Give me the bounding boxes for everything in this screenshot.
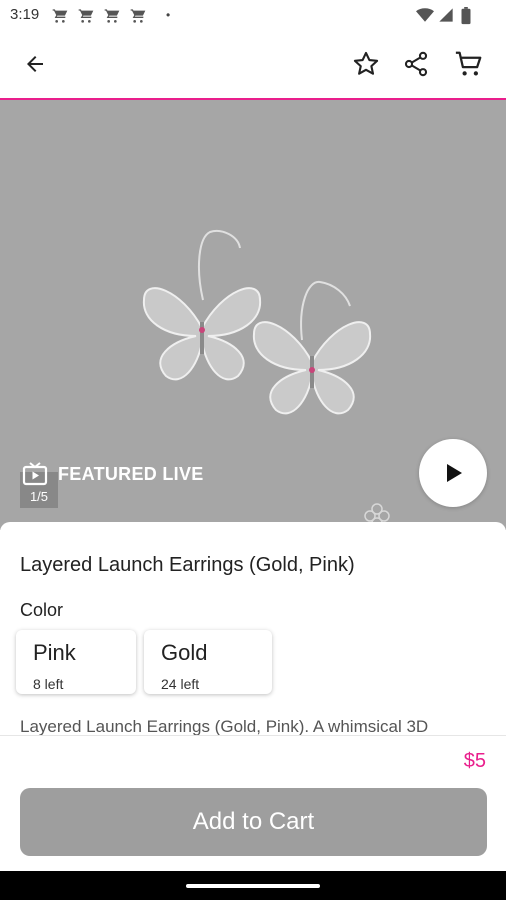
color-label: Color (20, 600, 64, 620)
product-image-gallery[interactable]: 1/5 FEATURED LIVE (0, 100, 506, 530)
notification-cart-icon (52, 9, 68, 23)
notification-cart-icon (78, 9, 94, 23)
favorite-button[interactable] (348, 46, 384, 82)
system-navigation-bar (0, 871, 506, 900)
battery-icon (461, 7, 471, 25)
status-time: 3:19 (10, 6, 40, 23)
signal-icon (439, 8, 453, 22)
arrow-back-icon (27, 56, 43, 72)
star-outline-icon (353, 51, 379, 75)
status-bar: 3:19 • (0, 0, 506, 32)
variant-stock: 24 left (161, 676, 200, 692)
live-tv-icon (22, 462, 48, 486)
product-details-sheet: Layered Launch Earrings (Gold, Pink) Col… (0, 522, 506, 742)
variant-name: Gold (161, 640, 208, 665)
variant-stock: 8 left (33, 676, 64, 692)
variant-name: Pink (33, 640, 76, 665)
play-video-button[interactable] (419, 439, 487, 507)
cart-button[interactable] (451, 46, 487, 82)
app-bar (0, 32, 506, 100)
notification-dot: • (166, 8, 171, 22)
home-gesture-pill[interactable] (186, 884, 320, 888)
color-option-pink[interactable]: Pink 8 left (16, 630, 136, 694)
shopping-cart-icon (455, 51, 482, 76)
add-to-cart-button[interactable]: Add to Cart (20, 788, 487, 856)
wifi-icon (416, 8, 434, 22)
featured-live-badge: FEATURED LIVE (22, 462, 204, 486)
notification-cart-icon (104, 9, 120, 23)
product-title: Layered Launch Earrings (Gold, Pink) (20, 554, 355, 576)
share-icon (404, 51, 428, 77)
play-icon (447, 464, 462, 482)
share-button[interactable] (398, 46, 434, 82)
price-label: $5 (463, 750, 486, 772)
color-option-gold[interactable]: Gold 24 left (144, 630, 272, 694)
back-button[interactable] (17, 46, 53, 82)
purchase-bar: $5 Add to Cart (0, 735, 506, 872)
notification-cart-icon (130, 9, 146, 23)
featured-live-label: FEATURED LIVE (58, 463, 204, 484)
